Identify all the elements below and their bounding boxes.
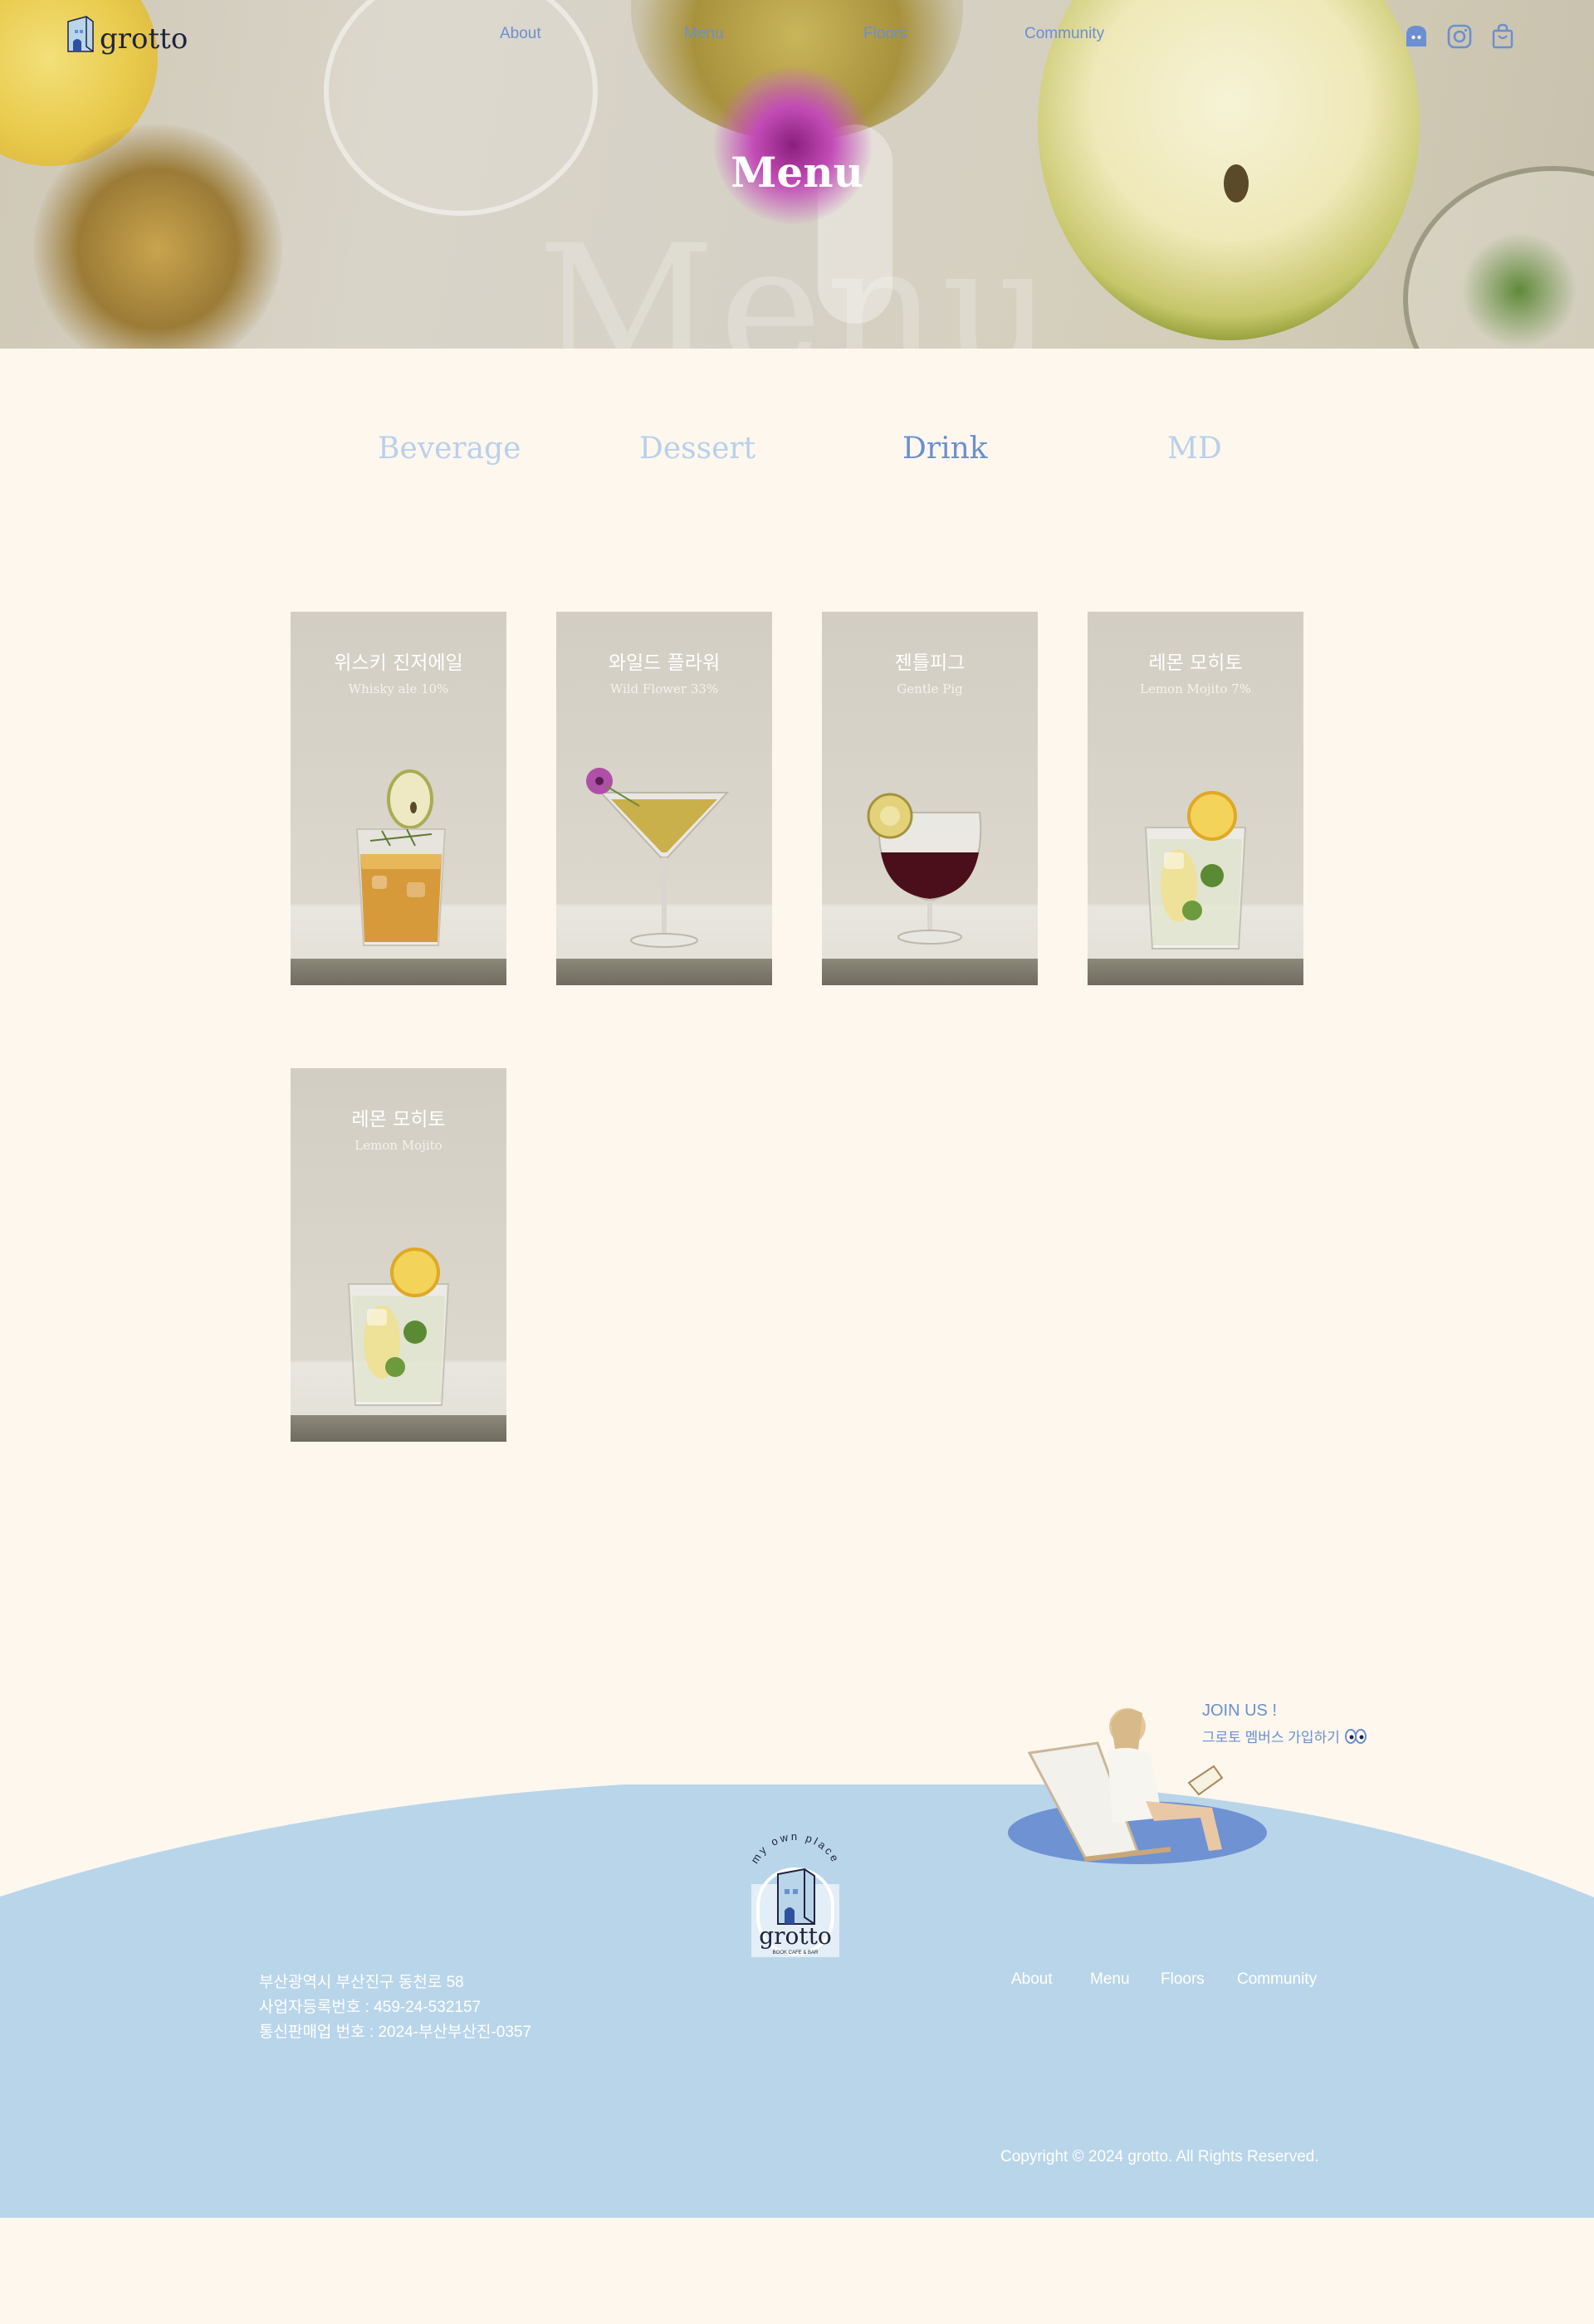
card-shelf — [822, 959, 1038, 985]
footer-nav-community[interactable]: Community — [1237, 1970, 1317, 1989]
tab-drink[interactable]: Drink — [902, 432, 988, 466]
hero-background-word: Menu — [537, 208, 1057, 349]
hero-flower — [714, 66, 872, 224]
menu-item-name-en: Lemon Mojito 7% — [1140, 681, 1251, 696]
footer-nav-menu[interactable]: Menu — [1090, 1970, 1130, 1989]
menu-item-card[interactable]: 레몬 모히토 Lemon Mojito — [291, 1068, 506, 1442]
grotto-badge-logo-icon: my own place grotto BOOK CAFE & BAR — [748, 1830, 842, 1957]
menu-item-name-ko: 레몬 모히토 — [1148, 652, 1243, 674]
join-us-subtitle: 그로토 멤버스 가입하기 — [1202, 1730, 1340, 1745]
join-us-callout[interactable]: JOIN US ! 그로토 멤버스 가입하기 — [1202, 1702, 1367, 1746]
footer-business-number: 사업자등록번호 : 459-24-532157 — [259, 1999, 482, 2016]
footer-logo-badge[interactable]: my own place grotto BOOK CAFE & BAR — [741, 1830, 849, 1964]
tab-beverage[interactable]: Beverage — [378, 432, 521, 466]
whisky-highball-image — [355, 769, 447, 946]
eyes-icon — [1344, 1728, 1367, 1744]
tab-md[interactable]: MD — [1167, 432, 1222, 466]
red-wine-image — [867, 793, 982, 945]
nav-menu[interactable]: Menu — [684, 25, 724, 43]
menu-item-card[interactable]: 와일드 플라워 Wild Flower 33% — [556, 612, 772, 985]
nav-icon-group — [1401, 22, 1518, 51]
menu-item-name-ko: 레몬 모히토 — [351, 1109, 446, 1130]
instagram-icon[interactable] — [1445, 22, 1474, 51]
footer-nav-about[interactable]: About — [1011, 1970, 1053, 1989]
menu-item-name-ko: 젠틀피그 — [894, 652, 966, 674]
badge-tagline: BOOK CAFE & BAR — [773, 1950, 819, 1955]
menu-item-name-ko: 위스키 진저에일 — [334, 652, 463, 674]
copyright-text: Copyright © 2024 grotto. All Rights Rese… — [1000, 2148, 1319, 2165]
join-us-title: JOIN US ! — [1202, 1702, 1278, 1720]
hero-banner: Menu Menu grotto About Menu Floors Commu… — [0, 0, 1594, 349]
mojito-image — [347, 1247, 450, 1406]
shopping-bag-icon[interactable] — [1488, 22, 1518, 51]
menu-item-card[interactable]: 위스키 진저에일 Whisky ale 10% — [291, 612, 506, 985]
nav-about[interactable]: About — [500, 25, 541, 43]
nav-floors[interactable]: Floors — [863, 25, 907, 43]
ghost-icon[interactable] — [1401, 22, 1431, 51]
page-title: Menu — [731, 148, 863, 197]
mojito-image — [1144, 791, 1247, 950]
main-nav: About Menu Floors Community — [0, 25, 1594, 46]
card-shelf — [1088, 959, 1303, 985]
badge-arc-text: my own place — [748, 1830, 839, 1866]
card-shelf — [556, 959, 772, 985]
svg-text:my own place: my own place — [748, 1831, 842, 1866]
card-shelf — [291, 1415, 506, 1442]
footer-nav-floors[interactable]: Floors — [1161, 1970, 1205, 1989]
menu-item-name-en: Gentle Pig — [897, 681, 963, 696]
badge-wordmark: grotto — [759, 1922, 832, 1950]
menu-item-card[interactable]: 젠틀피그 Gentle Pig — [822, 612, 1038, 985]
tab-dessert[interactable]: Dessert — [639, 432, 755, 466]
menu-category-tabs: Beverage Dessert Drink MD — [0, 432, 1594, 473]
card-shelf — [291, 959, 506, 985]
menu-item-name-en: Whisky ale 10% — [348, 681, 449, 696]
menu-item-name-ko: 와일드 플라워 — [608, 652, 721, 674]
menu-item-card[interactable]: 레몬 모히토 Lemon Mojito 7% — [1088, 612, 1303, 985]
martini-image — [586, 768, 730, 948]
footer-mail-order-number: 통신판매업 번호 : 2024-부산부산진-0357 — [259, 2024, 532, 2041]
menu-item-name-en: Wild Flower 33% — [609, 681, 719, 696]
join-us-link[interactable]: 그로토 멤버스 가입하기 — [1202, 1726, 1367, 1746]
nav-community[interactable]: Community — [1024, 25, 1104, 43]
footer-nav: About Menu Floors Community — [0, 1970, 1594, 1992]
menu-item-name-en: Lemon Mojito — [354, 1138, 443, 1153]
